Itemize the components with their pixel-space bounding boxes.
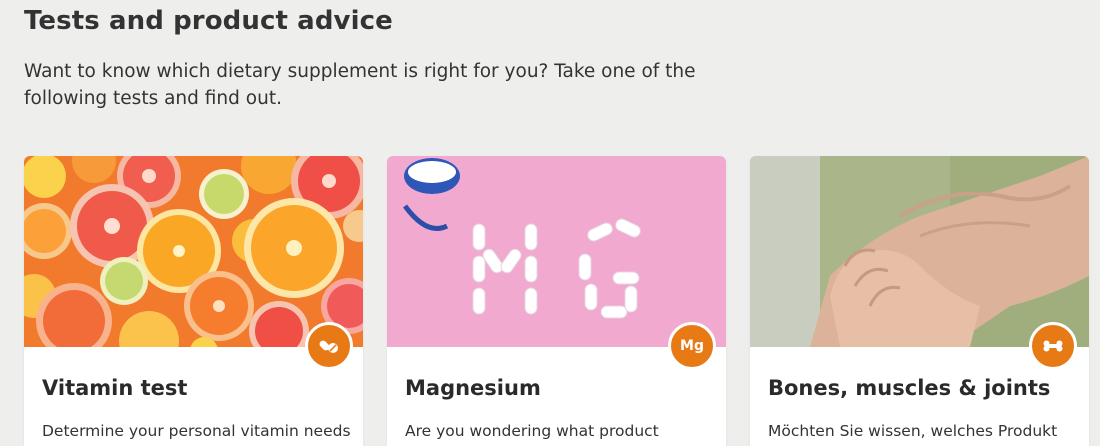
card-title: Bones, muscles & joints bbox=[768, 376, 1051, 400]
card-text: Möchten Sie wissen, welches Produkt bbox=[768, 422, 1058, 440]
card-vitamin-test[interactable]: Vitamin test Determine your personal vit… bbox=[24, 156, 363, 446]
card-title: Magnesium bbox=[405, 376, 541, 400]
magnesium-icon: Mg bbox=[668, 322, 716, 370]
card-magnesium[interactable]: Mg Magnesium Are you wondering what prod… bbox=[387, 156, 726, 446]
card-text: Determine your personal vitamin needs bbox=[42, 422, 351, 440]
pills-icon bbox=[305, 322, 353, 370]
magnesium-tablets-image bbox=[387, 156, 726, 347]
hands-wrist-image bbox=[750, 156, 1089, 347]
section-title: Tests and product advice bbox=[24, 6, 393, 36]
card-title: Vitamin test bbox=[42, 376, 188, 400]
citrus-fruit-image bbox=[24, 156, 363, 347]
card-text: Are you wondering what product bbox=[405, 422, 659, 440]
section-intro: Want to know which dietary supplement is… bbox=[24, 61, 696, 109]
card-bones-muscles-joints[interactable]: Bones, muscles & joints Möchten Sie wiss… bbox=[750, 156, 1089, 446]
bone-icon bbox=[1029, 322, 1077, 370]
